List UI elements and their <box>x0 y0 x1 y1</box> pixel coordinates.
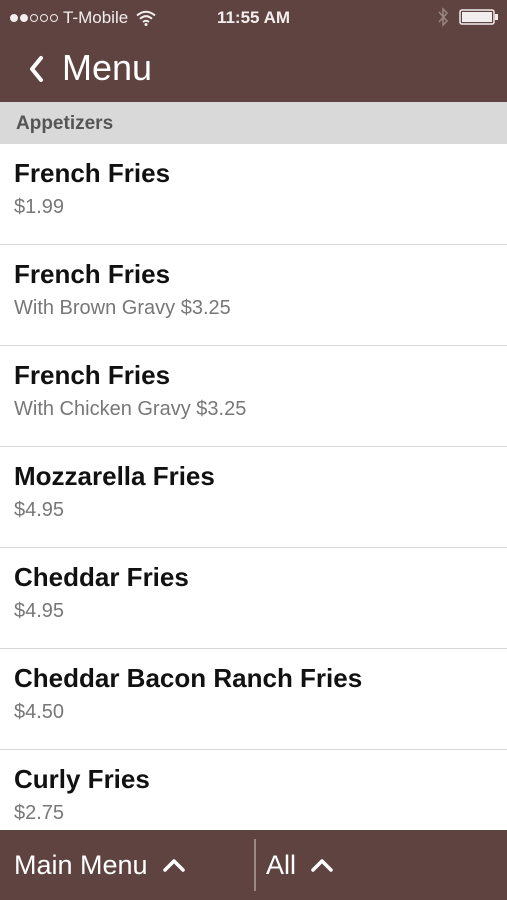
main-menu-button[interactable]: Main Menu <box>14 830 186 900</box>
section-header-appetizers: Appetizers <box>0 102 507 144</box>
chevron-up-icon <box>311 859 333 872</box>
item-price: $4.50 <box>14 701 65 723</box>
status-time: 11:55 AM <box>216 8 291 27</box>
item-name: Cheddar Fries <box>14 562 189 592</box>
item-name: French Fries <box>14 360 171 390</box>
menu-item-list: French Fries $1.99 French Fries With Bro… <box>0 144 507 851</box>
status-bar: T-Mobile 11:55 AM <box>0 0 507 38</box>
item-name: Mozzarella Fries <box>14 461 215 491</box>
item-name: French Fries <box>14 158 171 188</box>
item-price: $4.95 <box>14 600 65 622</box>
menu-item[interactable]: Cheddar Bacon Ranch Fries $4.50 <box>0 649 507 750</box>
chevron-up-icon <box>162 859 185 872</box>
all-filter-button[interactable]: All <box>266 830 334 900</box>
all-label: All <box>266 849 297 880</box>
menu-item[interactable]: Mozzarella Fries $4.95 <box>0 447 507 548</box>
item-name: Curly Fries <box>14 764 150 794</box>
battery-icon <box>459 9 498 25</box>
item-price: $4.95 <box>14 499 65 521</box>
page-title: Menu <box>62 47 153 88</box>
nav-bar: Menu <box>0 38 507 102</box>
menu-item[interactable]: French Fries $1.99 <box>0 144 507 245</box>
item-name: Cheddar Bacon Ranch Fries <box>14 663 363 693</box>
item-name: French Fries <box>14 259 171 289</box>
item-price: $1.99 <box>14 196 65 218</box>
main-menu-label: Main Menu <box>14 849 148 880</box>
status-right <box>437 7 499 27</box>
bluetooth-icon <box>438 7 449 27</box>
bottom-toolbar: Main Menu All <box>0 830 507 900</box>
toolbar-divider <box>254 839 256 891</box>
menu-item[interactable]: French Fries With Brown Gravy $3.25 <box>0 245 507 346</box>
item-price: With Brown Gravy $3.25 <box>14 297 231 319</box>
item-price: $2.75 <box>14 802 65 824</box>
back-chevron-icon[interactable] <box>26 52 48 86</box>
item-price: With Chicken Gravy $3.25 <box>14 398 247 420</box>
menu-item[interactable]: Cheddar Fries $4.95 <box>0 548 507 649</box>
menu-item[interactable]: French Fries With Chicken Gravy $3.25 <box>0 346 507 447</box>
